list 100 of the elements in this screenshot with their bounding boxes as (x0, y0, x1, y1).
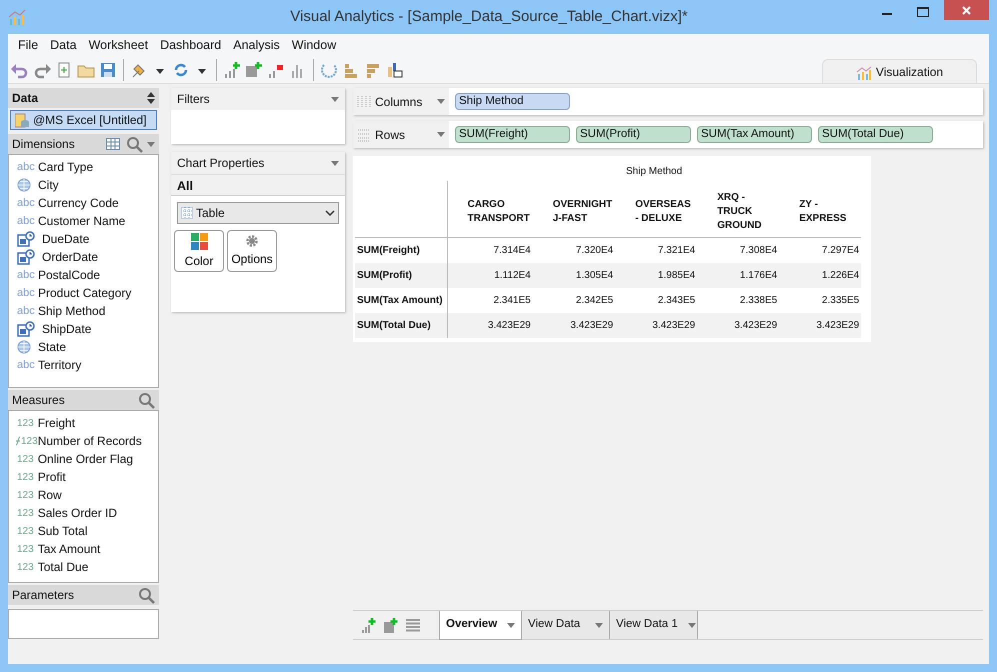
measure-item[interactable]: 123 Tax Amount (9, 540, 158, 558)
measure-item[interactable]: 123Number of Records (9, 432, 158, 450)
data-type-label: abc (17, 214, 35, 229)
table-icon (181, 207, 193, 219)
add-chart-icon[interactable] (361, 617, 377, 633)
table-cell: 3.423E29 (816, 320, 860, 331)
menu-item[interactable]: File (12, 36, 44, 54)
sheet-tab[interactable]: View Data 1 (610, 611, 698, 639)
dimension-item[interactable]: abc Card Type (9, 158, 158, 176)
save-icon[interactable] (99, 60, 117, 78)
menu-item[interactable]: Worksheet (82, 36, 154, 54)
search-icon[interactable] (126, 136, 143, 152)
dimension-item[interactable]: City (9, 176, 158, 194)
options-button[interactable]: Options (227, 230, 277, 272)
dimension-item[interactable]: OrderDate (9, 248, 158, 266)
menu-item[interactable]: Data (44, 36, 83, 54)
data-type-label: 123 (17, 524, 34, 538)
panel-title: Chart Properties (177, 155, 264, 172)
measure-item[interactable]: 123 Total Due (9, 558, 158, 576)
table-cell: 3.423E29 (570, 320, 614, 331)
table-cell: 3.423E29 (488, 320, 531, 331)
measure-item[interactable]: 123 Profit (9, 468, 158, 486)
measure-item[interactable]: 123 Sub Total (9, 522, 158, 540)
section-title: Parameters (12, 587, 74, 604)
table-cell: 2.341E5 (493, 295, 531, 306)
sheet-tab[interactable]: View Data (522, 611, 610, 639)
row-header: SUM(Tax Amount) (357, 295, 443, 306)
measure-item[interactable]: 123 Freight (9, 414, 158, 432)
rows-icon (357, 128, 371, 142)
list-icon[interactable] (405, 618, 421, 632)
table-cell: 1.176E4 (740, 270, 778, 281)
column-header: XRQ - TRUCK GROUND (717, 191, 763, 233)
dimension-item[interactable]: abc Customer Name (9, 212, 158, 230)
chart-type-dropdown[interactable]: Table (177, 202, 339, 224)
search-icon[interactable] (138, 586, 155, 604)
table-icon[interactable] (106, 138, 120, 150)
field-pill[interactable]: Ship Method (455, 93, 570, 110)
row-header: SUM(Total Due) (357, 320, 431, 331)
data-type-label: abc (17, 304, 35, 319)
close-button[interactable] (944, 0, 989, 20)
search-icon[interactable] (138, 392, 155, 408)
data-source-item[interactable]: @MS Excel [Untitled] (10, 110, 157, 130)
data-type-label: abc (17, 196, 35, 211)
data-type-label: 123 (17, 560, 34, 574)
measure-item[interactable]: 123 Sales Order ID (9, 504, 158, 522)
add-chart-icon[interactable] (223, 60, 241, 78)
menu-item[interactable]: Dashboard (154, 36, 228, 54)
table-cell: 2.342E5 (576, 295, 614, 306)
field-pill[interactable]: SUM(Tax Amount) (697, 126, 812, 143)
table-cell: 3.423E29 (652, 320, 696, 331)
table-cell: 1.305E4 (576, 270, 614, 281)
add-table-icon[interactable] (245, 60, 263, 78)
dimension-item[interactable]: abc PostalCode (9, 266, 158, 284)
database-icon (15, 112, 29, 128)
table-cell: 1.112E4 (494, 270, 531, 281)
shelf-label: Columns (375, 94, 422, 110)
data-type-label: 123 (17, 488, 34, 502)
add-dashboard-icon[interactable] (383, 617, 399, 633)
dimension-item[interactable]: DueDate (9, 230, 158, 248)
dimension-item[interactable]: ShipDate (9, 320, 158, 338)
field-pill[interactable]: SUM(Total Due) (818, 126, 933, 143)
color-grid-icon (190, 232, 208, 250)
table-cell: 2.338E5 (740, 295, 778, 306)
panel-title: Data (12, 90, 38, 107)
dimension-item[interactable]: abc Currency Code (9, 194, 158, 212)
table-cell: 7.314E4 (493, 245, 531, 256)
dimension-item[interactable]: abc Product Category (9, 284, 158, 302)
table-cell: 3.423E29 (734, 320, 778, 331)
field-pill[interactable]: SUM(Profit) (576, 126, 691, 143)
dimension-item[interactable]: State (9, 338, 158, 356)
table-cell: 1.226E4 (822, 270, 860, 281)
calendar-clock-icon (17, 249, 35, 265)
chart-icon (856, 64, 872, 80)
section-title: Measures (12, 392, 65, 409)
calendar-clock-icon (17, 321, 35, 337)
chart-size-icon[interactable] (386, 60, 404, 78)
sheet-tab[interactable]: Overview (439, 611, 522, 640)
view-tab[interactable]: Visualization (822, 59, 977, 83)
data-type-label: abc (17, 358, 35, 373)
sort-icon[interactable] (147, 92, 155, 104)
row-header: SUM(Freight) (357, 245, 420, 256)
measure-item[interactable]: 123 Online Order Flag (9, 450, 158, 468)
data-type-label: abc (17, 268, 35, 283)
formula-icon (15, 436, 21, 446)
row-header: SUM(Profit) (357, 270, 412, 281)
dimension-item[interactable]: abc Territory (9, 356, 158, 374)
color-button[interactable]: Color (174, 230, 224, 272)
menu-item[interactable]: Analysis (227, 36, 286, 54)
menu-item[interactable]: Window (286, 36, 342, 54)
field-pill[interactable]: SUM(Freight) (455, 126, 570, 143)
measure-item[interactable]: 123 Row (9, 486, 158, 504)
data-type-label: abc (17, 286, 35, 301)
data-type-label: 123 (21, 434, 38, 448)
dimension-item[interactable]: abc Ship Method (9, 302, 158, 320)
panel-title: Filters (177, 91, 210, 108)
globe-icon (17, 340, 31, 354)
table-cell: 1.985E4 (658, 270, 696, 281)
column-group-header: Ship Method (626, 166, 682, 177)
chevron-down-icon (325, 210, 335, 216)
column-header: OVERNIGHT J-FAST (552, 198, 612, 226)
